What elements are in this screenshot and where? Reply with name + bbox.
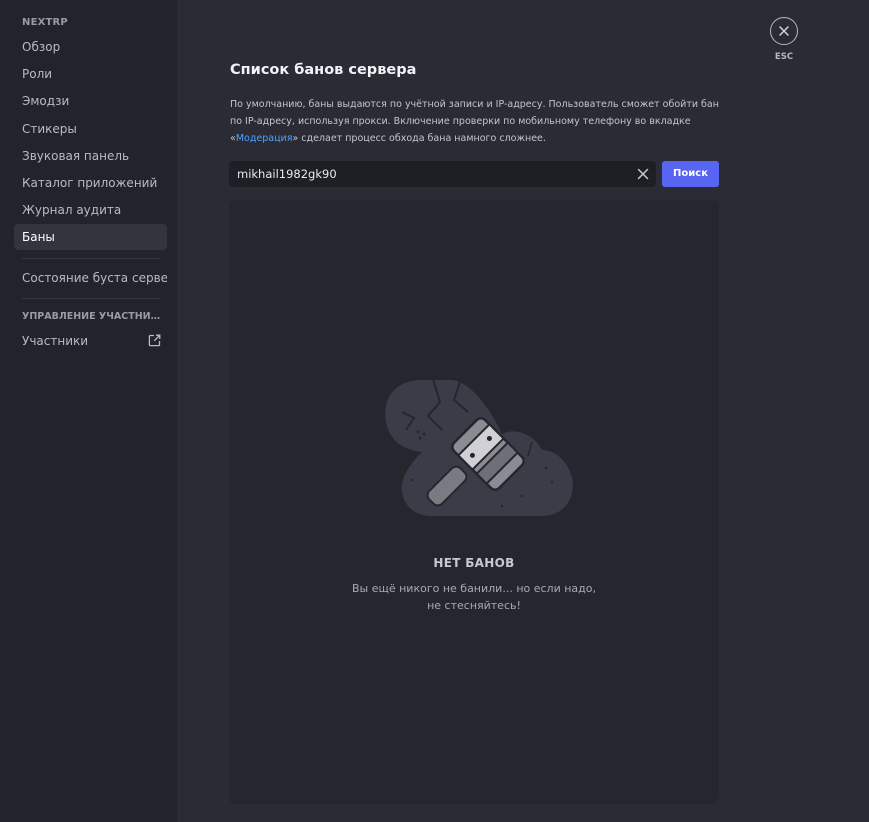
main-content: Список банов сервера По умолчанию, баны …: [177, 0, 869, 822]
sidebar-item-roles[interactable]: Роли: [14, 61, 167, 87]
empty-state-line: Вы ещё никого не банили... но если надо,: [351, 582, 596, 595]
bans-description: По умолчанию, баны выдаются по учётной з…: [230, 96, 725, 147]
close-icon: [779, 26, 789, 36]
sidebar-item-app-directory[interactable]: Каталог приложений: [14, 170, 167, 196]
sidebar-divider: [22, 258, 160, 259]
empty-state-line: не стесняйтесь!: [427, 599, 521, 612]
empty-state-subtitle: Вы ещё никого не банили... но если надо,…: [229, 580, 719, 614]
esc-label: ESC: [774, 52, 794, 62]
ban-search-input[interactable]: [229, 161, 629, 187]
clear-icon[interactable]: [636, 167, 650, 181]
ban-search-box: [229, 161, 656, 187]
search-button[interactable]: Поиск: [662, 161, 719, 187]
sidebar-item-soundboard[interactable]: Звуковая панель: [14, 143, 167, 169]
server-name-header: NEXTRP: [22, 17, 68, 28]
sidebar-item-members[interactable]: Участники: [14, 328, 167, 354]
settings-window: NEXTRP Обзор Роли Эмодзи Стикеры Звукова…: [0, 0, 869, 822]
sidebar-item-label: Участники: [22, 334, 89, 348]
bans-list-panel: НЕТ БАНОВ Вы ещё никого не банили... но …: [229, 200, 719, 804]
ban-hammer-illustration: [385, 375, 573, 516]
moderation-link[interactable]: Модерация: [236, 133, 293, 144]
description-text: » сделает процесс обхода бана намного сл…: [292, 133, 546, 144]
close-button[interactable]: [770, 17, 798, 45]
sidebar: NEXTRP Обзор Роли Эмодзи Стикеры Звукова…: [0, 0, 177, 822]
sidebar-divider: [22, 298, 160, 299]
page-title: Список банов сервера: [230, 62, 417, 78]
sidebar-item-bans[interactable]: Баны: [14, 224, 167, 250]
members-section-header: УПРАВЛЕНИЕ УЧАСТНИКАМИ: [22, 311, 162, 322]
sidebar-item-server-boost[interactable]: Состояние буста сервера: [14, 265, 167, 291]
sidebar-item-emoji[interactable]: Эмодзи: [14, 88, 167, 114]
sidebar-item-stickers[interactable]: Стикеры: [14, 116, 167, 142]
external-link-icon: [148, 334, 161, 347]
empty-state-title: НЕТ БАНОВ: [433, 556, 515, 570]
sidebar-item-audit-log[interactable]: Журнал аудита: [14, 197, 167, 223]
sidebar-item-overview[interactable]: Обзор: [14, 34, 167, 60]
